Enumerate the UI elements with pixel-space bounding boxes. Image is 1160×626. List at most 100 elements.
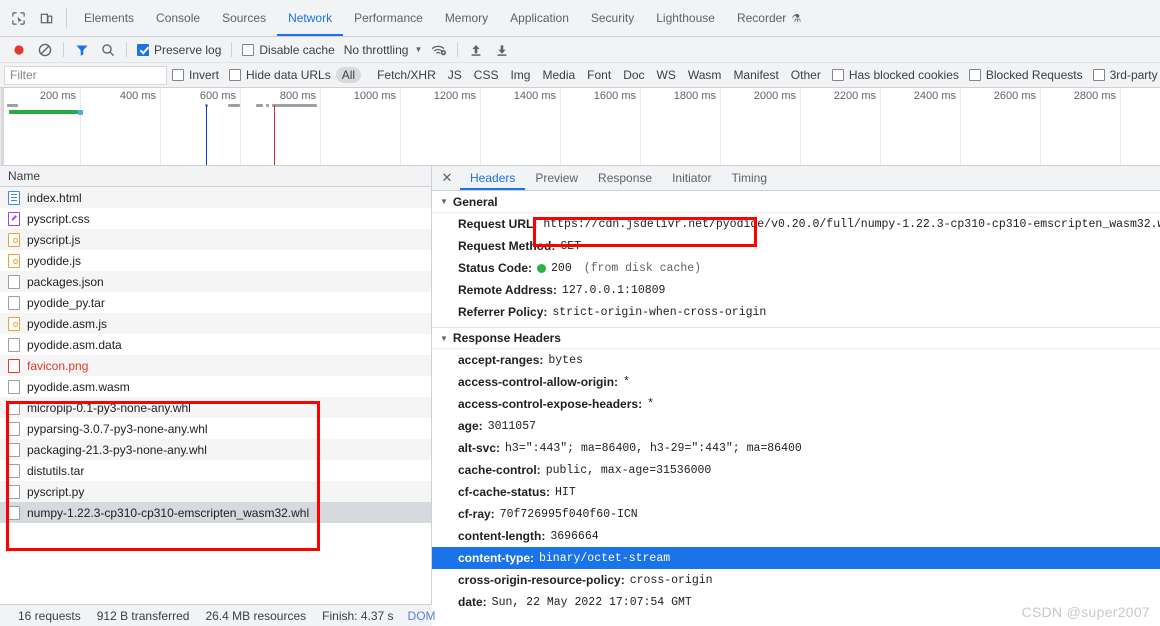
details-tab-response[interactable]: Response (588, 166, 662, 190)
css-file-icon (8, 211, 20, 226)
request-row-micropip-whl[interactable]: micropip-0.1-py3-none-any.whl (0, 397, 431, 418)
export-har-button[interactable] (489, 39, 515, 61)
request-list-column-header[interactable]: Name (0, 166, 431, 187)
tab-recorder[interactable]: Recorder ⚗ (726, 0, 812, 36)
filter-type-fetch-xhr[interactable]: Fetch/XHR (371, 67, 442, 83)
blocked-requests-box-icon (968, 69, 981, 81)
filter-type-css[interactable]: CSS (468, 67, 505, 83)
request-url-value[interactable]: https://cdn.jsdelivr.net/pyodide/v0.20.0… (543, 218, 1160, 231)
hide-data-urls-checkbox[interactable]: Hide data URLs (224, 68, 336, 82)
request-row-favicon-png[interactable]: favicon.png (0, 355, 431, 376)
response-headers-section-title: Response Headers (452, 331, 561, 345)
filter-type-font[interactable]: Font (581, 67, 617, 83)
tab-application[interactable]: Application (499, 0, 580, 36)
general-request-method-row: Request Method: GET (432, 235, 1160, 257)
generic-file-icon (8, 379, 20, 394)
search-button[interactable] (95, 39, 121, 61)
record-button[interactable] (6, 39, 32, 61)
tab-security[interactable]: Security (580, 0, 645, 36)
request-row-pyparsing-whl[interactable]: pyparsing-3.0.7-py3-none-any.whl (0, 418, 431, 439)
overview-bar-gray-1 (7, 104, 18, 107)
header-key: cf-ray: (458, 507, 495, 521)
request-row-pyscript-py[interactable]: pyscript.py (0, 481, 431, 502)
details-tab-headers[interactable]: Headers (460, 166, 526, 190)
tab-lighthouse[interactable]: Lighthouse (645, 0, 726, 36)
request-row-pyodide-py-tar[interactable]: pyodide_py.tar (0, 292, 431, 313)
overview-tick-2400: 2400 ms (913, 90, 956, 102)
tab-performance[interactable]: Performance (343, 0, 434, 36)
device-toolbar-toggle-icon[interactable] (32, 0, 60, 36)
tab-console[interactable]: Console (145, 0, 211, 36)
request-method-value: GET (560, 239, 582, 253)
overview-bar-green-main-2 (10, 110, 78, 114)
filter-type-ws[interactable]: WS (651, 67, 682, 83)
request-row-packages-json[interactable]: packages.json (0, 271, 431, 292)
request-row-numpy-whl[interactable]: numpy-1.22.3-cp310-cp310-emscripten_wasm… (0, 502, 431, 523)
tab-sources[interactable]: Sources (211, 0, 277, 36)
details-tab-preview[interactable]: Preview (525, 166, 588, 190)
generic-file-icon (8, 463, 20, 478)
response-header-row: access-control-allow-origin: * (432, 371, 1160, 393)
throttling-dropdown[interactable]: No throttling ▼ (340, 43, 427, 57)
tab-performance-label: Performance (354, 11, 423, 25)
general-remote-address-row: Remote Address: 127.0.0.1:10809 (432, 279, 1160, 301)
header-key: age: (458, 419, 483, 433)
import-har-button[interactable] (463, 39, 489, 61)
request-row-pyodide-asm-wasm[interactable]: pyodide.asm.wasm (0, 376, 431, 397)
image-file-icon (8, 358, 20, 373)
details-tab-timing[interactable]: Timing (721, 166, 777, 190)
tab-elements-label: Elements (84, 11, 135, 25)
request-row-index-html[interactable]: index.html (0, 187, 431, 208)
tab-memory[interactable]: Memory (434, 0, 499, 36)
clear-button[interactable] (32, 39, 58, 61)
tab-elements[interactable]: Elements (73, 0, 145, 36)
filter-type-doc[interactable]: Doc (617, 67, 650, 83)
disable-cache-checkbox[interactable]: Disable cache (237, 43, 339, 57)
filter-type-manifest[interactable]: Manifest (727, 67, 784, 83)
network-conditions-button[interactable] (426, 39, 452, 61)
filter-type-img[interactable]: Img (504, 67, 536, 83)
preserve-log-checkbox[interactable]: Preserve log (132, 43, 226, 57)
third-party-requests-checkbox[interactable]: 3rd-party reque (1088, 68, 1160, 82)
status-requests-count: 16 requests (18, 608, 81, 623)
generic-file-icon (8, 442, 20, 457)
filter-input[interactable] (4, 65, 167, 85)
response-header-row-selected[interactable]: content-type: binary/octet-stream (432, 547, 1160, 569)
request-row-packaging-whl[interactable]: packaging-21.3-py3-none-any.whl (0, 439, 431, 460)
request-row-pyodide-js[interactable]: pyodide.js (0, 250, 431, 271)
html-file-icon (8, 190, 20, 205)
general-request-url-row: Request URL: https://cdn.jsdelivr.net/py… (432, 213, 1160, 235)
filter-type-other[interactable]: Other (785, 67, 827, 83)
details-tab-initiator[interactable]: Initiator (662, 166, 721, 190)
request-row-pyscript-js[interactable]: pyscript.js (0, 229, 431, 250)
inspect-element-icon[interactable] (4, 0, 32, 36)
general-section-header[interactable]: ▼ General (432, 191, 1160, 213)
filter-type-wasm[interactable]: Wasm (682, 67, 728, 83)
generic-file-icon (8, 505, 20, 520)
request-list[interactable]: index.html pyscript.css pyscript.js pyod… (0, 187, 431, 626)
request-row-distutils-tar[interactable]: distutils.tar (0, 460, 431, 481)
request-row-pyodide-asm-js[interactable]: pyodide.asm.js (0, 313, 431, 334)
filter-type-all[interactable]: All (335, 67, 362, 83)
blocked-requests-checkbox[interactable]: Blocked Requests (964, 68, 1088, 82)
filter-toggle-button[interactable] (69, 39, 95, 61)
request-row-pyodide-asm-data[interactable]: pyodide.asm.data (0, 334, 431, 355)
response-headers-section-header[interactable]: ▼ Response Headers (432, 327, 1160, 349)
tab-network[interactable]: Network (277, 0, 344, 36)
request-row-pyscript-css[interactable]: pyscript.css (0, 208, 431, 229)
request-name: pyodide.asm.js (27, 316, 108, 331)
close-details-icon[interactable]: ✕ (434, 166, 460, 190)
csdn-watermark: CSDN @super2007 (1021, 604, 1150, 620)
filter-type-media[interactable]: Media (536, 67, 581, 83)
header-value: * (647, 397, 654, 411)
filter-type-js[interactable]: JS (442, 67, 468, 83)
overview-bar-gray-3 (228, 104, 240, 107)
disable-cache-checkbox-box-icon (242, 43, 255, 56)
network-overview-timeline[interactable]: 200 ms 400 ms 600 ms 800 ms 1000 ms 1200… (0, 88, 1160, 166)
invert-checkbox[interactable]: Invert (167, 68, 224, 82)
general-referrer-policy-row: Referrer Policy: strict-origin-when-cros… (432, 301, 1160, 323)
overview-tick-1000: 1000 ms (353, 90, 396, 102)
request-name: pyparsing-3.0.7-py3-none-any.whl (27, 421, 208, 436)
has-blocked-cookies-checkbox[interactable]: Has blocked cookies (827, 68, 964, 82)
response-header-row: cf-ray: 70f726995f040f60-ICN (432, 503, 1160, 525)
